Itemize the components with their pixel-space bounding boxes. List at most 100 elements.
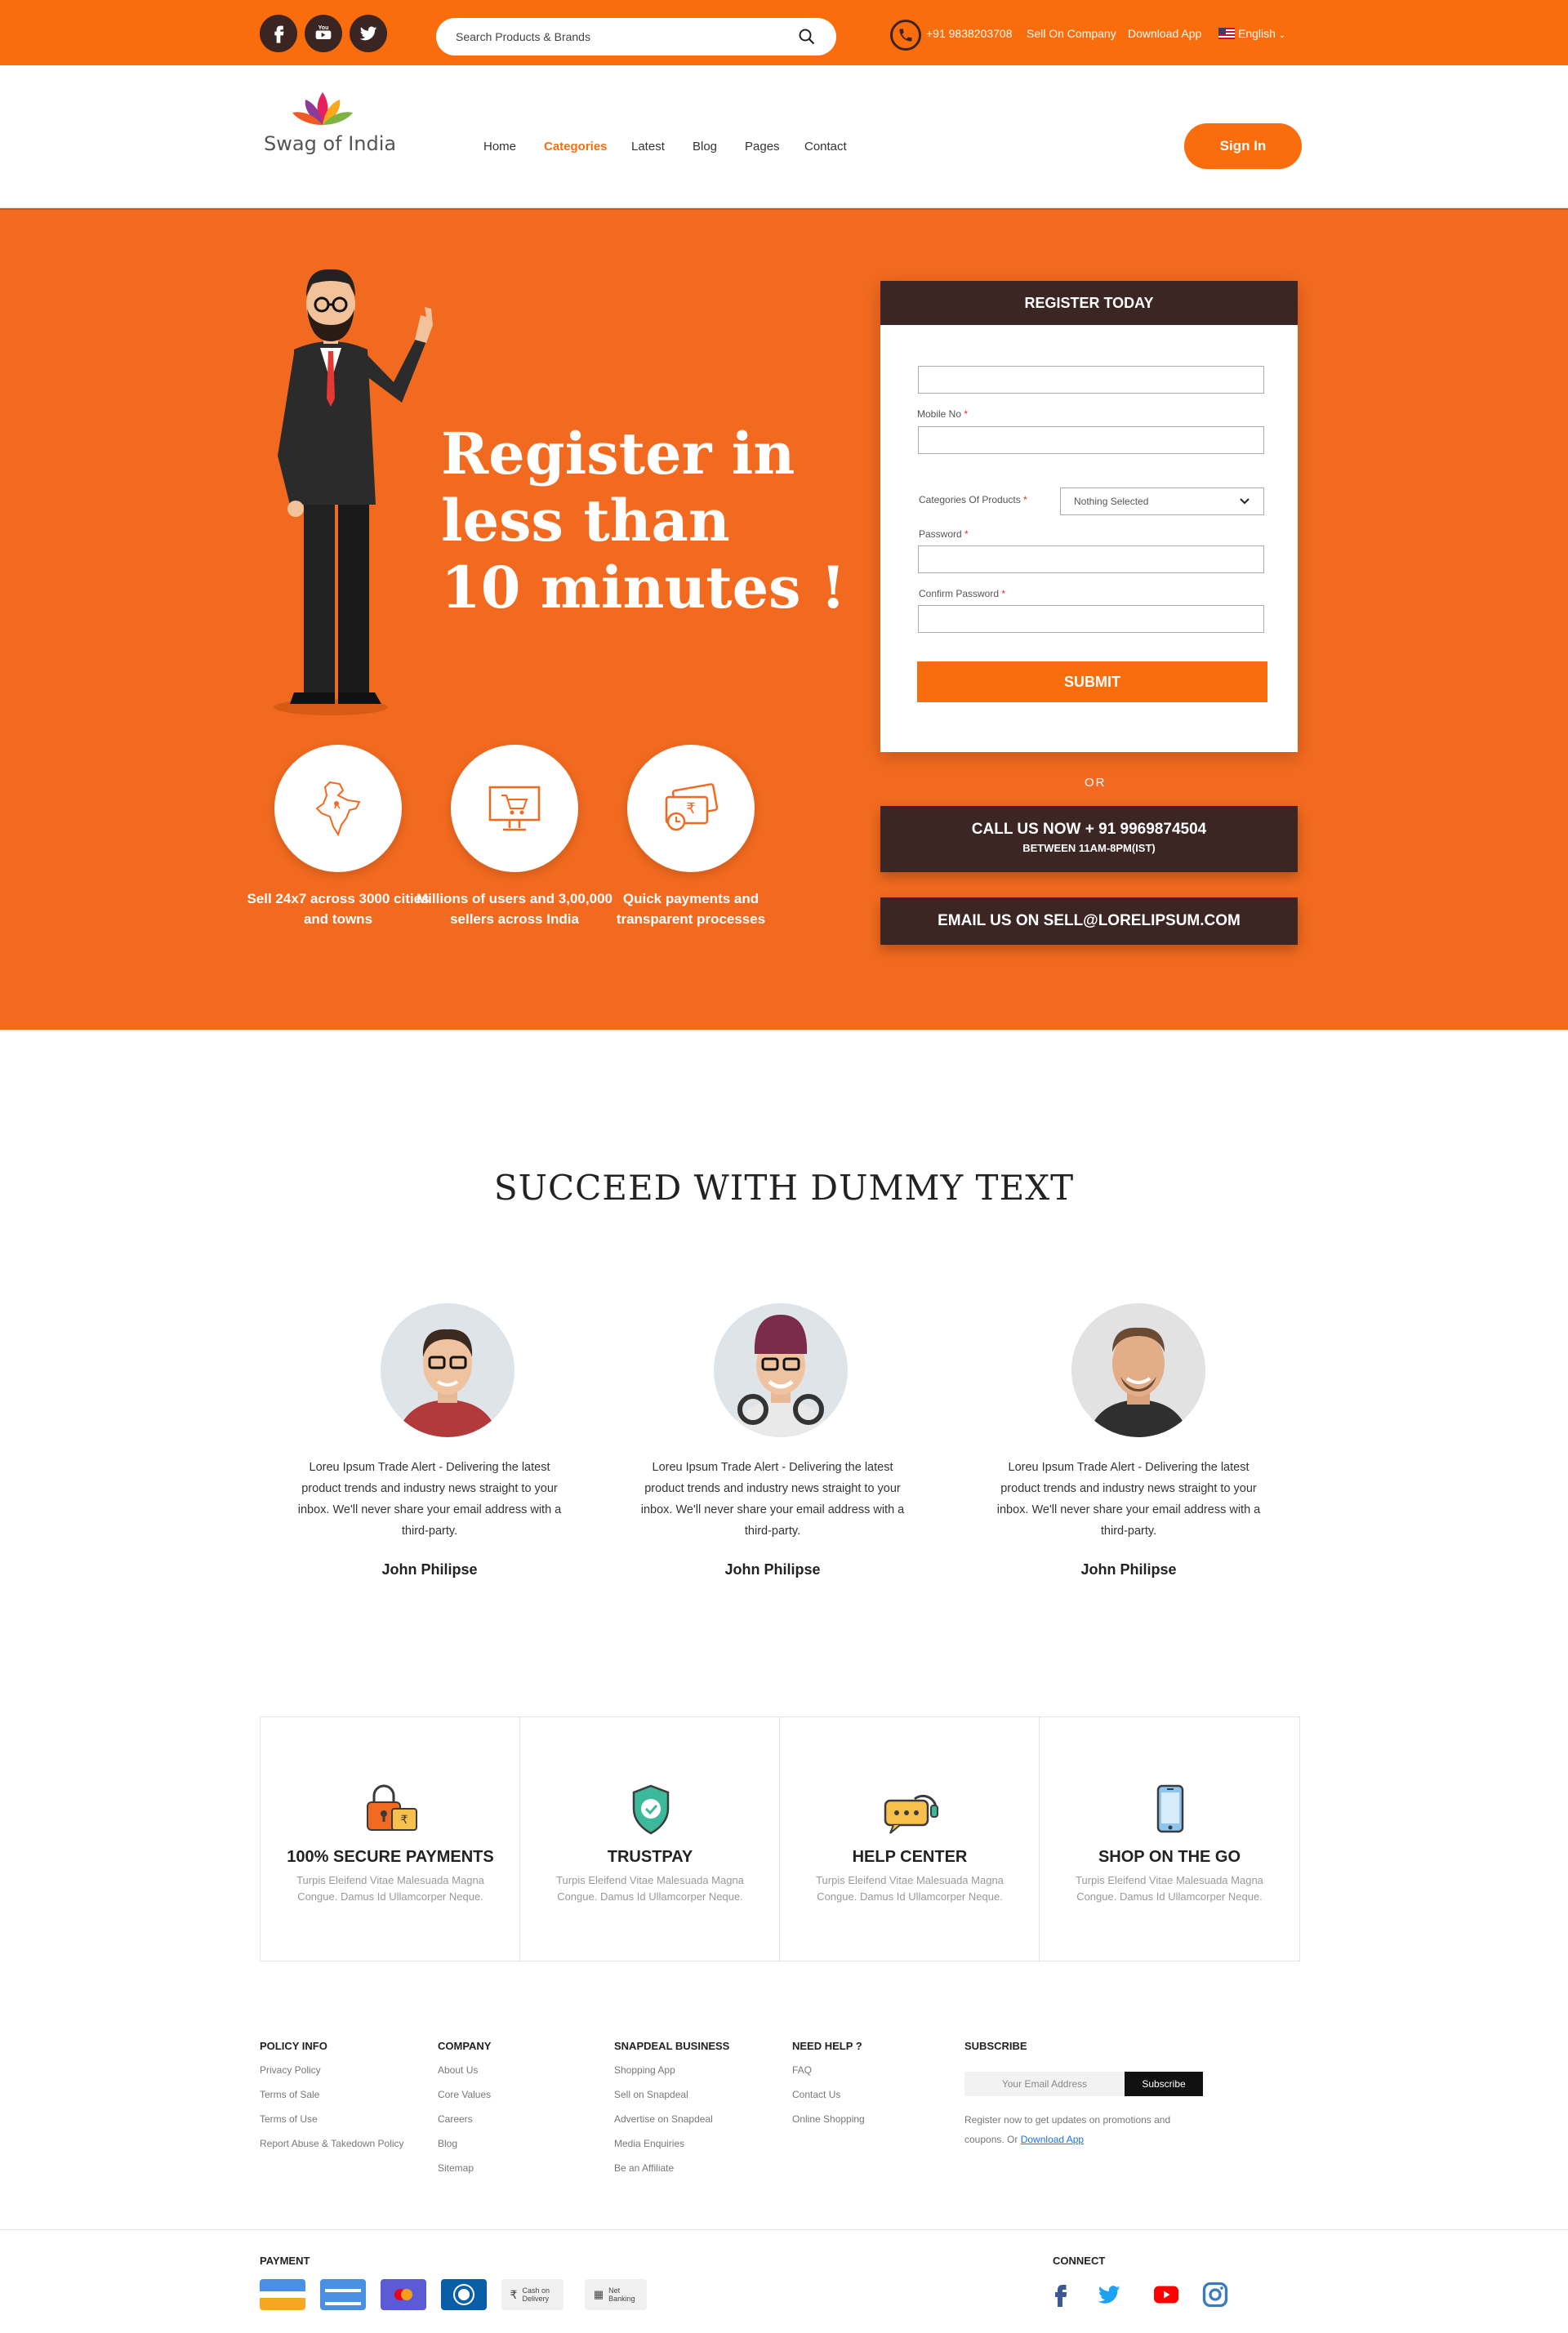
youtube-icon[interactable] (1152, 2280, 1181, 2313)
diners-club-icon (441, 2279, 487, 2310)
footer-link-sitemap[interactable]: Sitemap (438, 2162, 474, 2174)
feature-circle-payments: ₹ (627, 745, 755, 872)
youtube-icon[interactable]: You (305, 15, 342, 52)
language-select[interactable]: English ⌄ (1238, 27, 1285, 40)
footer-business-title: SNAPDEAL BUSINESS (614, 2040, 730, 2052)
feature-desc: Turpis Eleifend Vitae Malesuada Magna Co… (816, 1874, 1004, 1903)
feature-title: TRUSTPAY (607, 1848, 693, 1866)
confirm-password-label: Confirm Password * (919, 588, 1005, 599)
footer-link-online-shopping[interactable]: Online Shopping (792, 2113, 865, 2125)
facebook-icon[interactable] (260, 15, 297, 52)
shield-check-icon (632, 1784, 670, 1835)
name-field[interactable] (918, 366, 1264, 394)
sign-in-button[interactable]: Sign In (1184, 123, 1302, 169)
footer-link-about[interactable]: About Us (438, 2064, 478, 2076)
footer-link-careers[interactable]: Careers (438, 2113, 473, 2125)
password-field[interactable] (918, 545, 1264, 573)
call-us-button[interactable]: CALL US NOW + 91 9969874504 BETWEEN 11AM… (880, 806, 1298, 872)
footer-link-report-abuse[interactable]: Report Abuse & Takedown Policy (260, 2138, 404, 2149)
subscribe-note: Register now to get updates on promotion… (964, 2110, 1201, 2149)
feature-title: HELP CENTER (852, 1848, 968, 1866)
payment-title: PAYMENT (260, 2255, 310, 2267)
submit-button[interactable]: SUBMIT (917, 661, 1267, 702)
subscribe-button[interactable]: Subscribe (1125, 2072, 1203, 2096)
footer-link-media[interactable]: Media Enquiries (614, 2138, 684, 2149)
nav-contact[interactable]: Contact (804, 140, 847, 154)
nav-home[interactable]: Home (483, 140, 516, 154)
mobile-field[interactable] (918, 426, 1264, 454)
chevron-down-icon: ⌄ (1278, 31, 1286, 40)
twitter-icon[interactable] (1094, 2280, 1124, 2313)
sell-link[interactable]: Sell On Company (1027, 27, 1116, 40)
confirm-label-text: Confirm Password (919, 588, 1000, 599)
download-app-footer-link[interactable]: Download App (1021, 2134, 1084, 2145)
footer-link-blog[interactable]: Blog (438, 2138, 457, 2149)
register-title: REGISTER TODAY (880, 281, 1298, 325)
avatar (714, 1303, 848, 1437)
card-icon (260, 2279, 305, 2310)
category-select[interactable]: Nothing Selected (1060, 488, 1264, 515)
us-flag-icon (1218, 28, 1235, 39)
nav-blog[interactable]: Blog (693, 140, 717, 154)
logo-lotus-icon[interactable] (286, 88, 359, 133)
smartphone-icon (1156, 1784, 1184, 1833)
businessman-illustration (253, 260, 441, 717)
call-line-2: BETWEEN 11AM-8PM(IST) (1022, 842, 1156, 854)
footer-link-sell[interactable]: Sell on Snapdeal (614, 2089, 688, 2100)
footer-link-privacy[interactable]: Privacy Policy (260, 2064, 321, 2076)
footer-link-faq[interactable]: FAQ (792, 2064, 812, 2076)
instagram-icon[interactable] (1200, 2280, 1230, 2313)
testimonial-name: John Philipse (724, 1561, 821, 1578)
or-divider: OR (1085, 776, 1107, 790)
nav-categories[interactable]: Categories (544, 140, 608, 154)
chat-headset-icon (884, 1794, 938, 1834)
footer-link-terms-use[interactable]: Terms of Use (260, 2113, 318, 2125)
chevron-down-icon (1240, 498, 1250, 505)
feature-title: 100% SECURE PAYMENTS (287, 1848, 494, 1866)
debit-card-icon (320, 2279, 366, 2310)
nav-latest[interactable]: Latest (631, 140, 665, 154)
feature-secure-payments: ₹ 100% SECURE PAYMENTS Turpis Eleifend V… (261, 1717, 520, 1962)
search-bar[interactable]: Search Products & Brands (436, 18, 836, 56)
footer-link-affiliate[interactable]: Be an Affiliate (614, 2162, 674, 2174)
feature-title: SHOP ON THE GO (1098, 1848, 1241, 1866)
twitter-icon[interactable] (350, 15, 387, 52)
category-label-text: Categories Of Products (919, 494, 1021, 505)
email-us-button[interactable]: EMAIL US ON SELL@LORELIPSUM.COM (880, 897, 1298, 945)
feature-desc: Turpis Eleifend Vitae Malesuada Magna Co… (296, 1874, 484, 1903)
svg-text:You: You (318, 25, 329, 31)
category-value: Nothing Selected (1074, 496, 1149, 507)
monitor-cart-icon (488, 786, 541, 831)
footer-link-terms-sale[interactable]: Terms of Sale (260, 2089, 319, 2100)
cod-label: Cash on Delivery (522, 2286, 550, 2303)
headline-line-2: less than (441, 487, 730, 554)
feature-text-cities: Sell 24x7 across 3000 cities and towns (247, 891, 430, 927)
mastercard-icon (381, 2279, 426, 2310)
feature-trustpay: TRUSTPAY Turpis Eleifend Vitae Malesuada… (520, 1717, 780, 1962)
footer-link-contact[interactable]: Contact Us (792, 2089, 840, 2100)
mobile-label: Mobile No * (917, 408, 968, 420)
headline-line-1: Register in (441, 420, 795, 488)
testimonial-text: Loreu Ipsum Trade Alert - Delivering the… (640, 1461, 905, 1538)
lock-wallet-icon: ₹ (367, 1784, 417, 1831)
subscribe-email-input[interactable]: Your Email Address (964, 2072, 1125, 2096)
download-app-link[interactable]: Download App (1128, 27, 1201, 40)
phone-number[interactable]: +91 9838203708 (926, 27, 1013, 40)
testimonial-name: John Philipse (1080, 1561, 1177, 1578)
hero-headline: Register in less than 10 minutes ! (441, 421, 866, 621)
required-mark: * (964, 528, 969, 540)
search-input[interactable]: Search Products & Brands (456, 30, 797, 43)
nav-pages[interactable]: Pages (745, 140, 780, 154)
footer-link-shopping-app[interactable]: Shopping App (614, 2064, 675, 2076)
testimonial-name: John Philipse (381, 1561, 478, 1578)
footer-link-advertise[interactable]: Advertise on Snapdeal (614, 2113, 713, 2125)
feature-text-users: Millions of users and 3,00,000 sellers a… (416, 891, 612, 927)
footer-company-title: COMPANY (438, 2040, 492, 2052)
facebook-icon[interactable] (1045, 2280, 1075, 2313)
required-mark: * (1001, 588, 1006, 599)
logo-text: Swag of India (264, 132, 397, 155)
password-label-text: Password (919, 528, 962, 540)
footer-link-core-values[interactable]: Core Values (438, 2089, 491, 2100)
confirm-password-field[interactable] (918, 605, 1264, 633)
search-icon[interactable] (797, 27, 817, 47)
